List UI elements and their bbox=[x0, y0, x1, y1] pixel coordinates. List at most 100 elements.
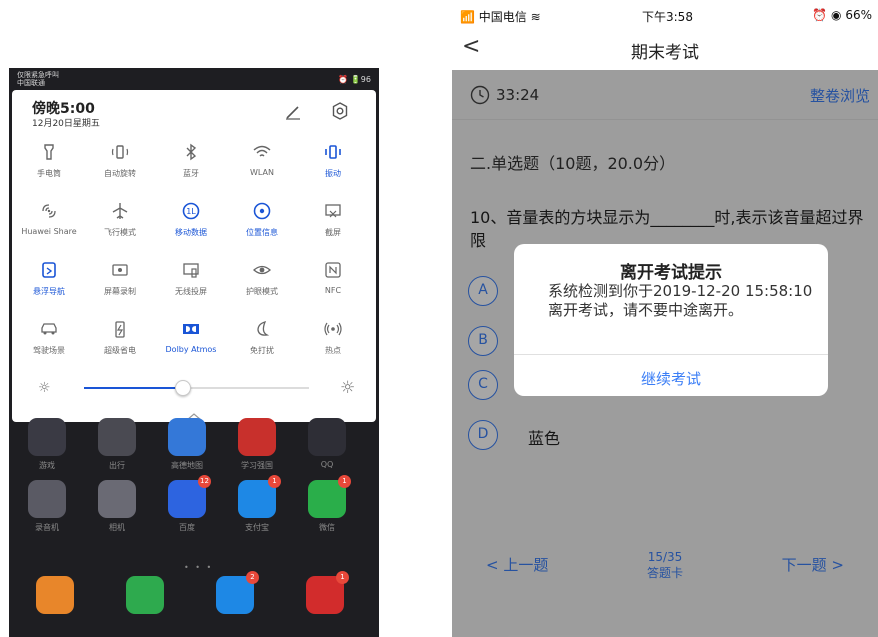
airplane-icon bbox=[85, 199, 155, 223]
app-icon-apps_row1-0[interactable]: 游戏 bbox=[17, 418, 77, 471]
app-icon: 1 bbox=[306, 571, 349, 614]
tile-hotspot[interactable]: 热点 bbox=[298, 317, 368, 369]
brightness-fill bbox=[84, 387, 183, 389]
notification-badge: 2 bbox=[246, 571, 259, 584]
flashlight-icon bbox=[14, 140, 84, 164]
app-icon-dock-1[interactable] bbox=[115, 576, 175, 614]
tile-label: WLAN bbox=[249, 168, 274, 177]
page-title: 期末考试 bbox=[631, 43, 699, 63]
app-label: 高德地图 bbox=[171, 461, 203, 470]
tile-label: 截屏 bbox=[325, 228, 341, 237]
tile-share[interactable]: Huawei Share bbox=[14, 199, 84, 251]
app-icon-apps_row1-2[interactable]: 高德地图 bbox=[157, 418, 217, 471]
app-icon bbox=[28, 480, 66, 518]
eye-icon bbox=[227, 258, 297, 282]
brightness-row: ☼ ☼ bbox=[24, 376, 364, 400]
location-icon bbox=[227, 199, 297, 223]
tile-label: 手电筒 bbox=[37, 169, 61, 178]
tile-battery-saver[interactable]: 超级省电 bbox=[85, 317, 155, 369]
app-label: 支付宝 bbox=[245, 523, 269, 532]
dialog-divider bbox=[514, 354, 828, 355]
app-label: 学习强国 bbox=[241, 461, 273, 470]
tile-moon[interactable]: 免打扰 bbox=[227, 317, 297, 369]
app-icon-apps_row2-1[interactable]: 相机 bbox=[87, 480, 147, 533]
bluetooth-icon bbox=[156, 140, 226, 164]
tile-label: 免打扰 bbox=[250, 346, 274, 355]
app-icon bbox=[98, 418, 136, 456]
tile-eye[interactable]: 护眼模式 bbox=[227, 258, 297, 310]
app-icon: 1 bbox=[238, 475, 281, 518]
app-icon bbox=[28, 418, 66, 456]
app-icon bbox=[168, 418, 206, 456]
app-icon-apps_row2-4[interactable]: 1 微信 bbox=[297, 475, 357, 533]
app-icon-dock-2[interactable]: 2 bbox=[205, 571, 265, 614]
tile-label: 移动数据 bbox=[175, 228, 207, 237]
exam-content: 33:24 整卷浏览 二.单选题（10题，20.0分） 10、音量表的方块显示为… bbox=[452, 70, 878, 637]
continue-exam-button[interactable]: 继续考试 bbox=[514, 368, 828, 389]
app-icon: 2 bbox=[216, 571, 259, 614]
app-icon-apps_row2-3[interactable]: 1 支付宝 bbox=[227, 475, 287, 533]
carrier-label: 仅限紧急呼叫 中国联通 bbox=[17, 71, 59, 87]
tile-label: 无线投屏 bbox=[175, 287, 207, 296]
tile-vibrate[interactable]: 振动 bbox=[298, 140, 368, 192]
share-icon bbox=[14, 199, 84, 223]
app-label: 游戏 bbox=[39, 461, 55, 470]
app-icon bbox=[36, 576, 74, 614]
brightness-slider[interactable] bbox=[84, 380, 309, 396]
dolby-icon bbox=[156, 317, 226, 341]
app-icon-dock-3[interactable]: 1 bbox=[295, 571, 355, 614]
battery-saver-icon bbox=[85, 317, 155, 341]
tile-bluetooth[interactable]: 蓝牙 bbox=[156, 140, 226, 192]
gear-icon[interactable] bbox=[330, 101, 350, 125]
rotate-icon bbox=[85, 140, 155, 164]
app-icon-apps_row1-4[interactable]: QQ bbox=[297, 418, 357, 469]
screen-record-icon bbox=[85, 258, 155, 282]
app-icon-apps_row1-1[interactable]: 出行 bbox=[87, 418, 147, 471]
tile-screenshot[interactable]: 截屏 bbox=[298, 199, 368, 251]
notification-badge: 1 bbox=[338, 475, 351, 488]
brightness-low-icon: ☼ bbox=[38, 380, 51, 396]
status-battery: ⏰ ◉ 66% bbox=[812, 8, 872, 22]
page-indicator: • • • bbox=[184, 563, 214, 572]
wifi-icon bbox=[227, 140, 297, 164]
tile-label: 护眼模式 bbox=[246, 287, 278, 296]
qs-time: 傍晚5:00 bbox=[32, 101, 95, 117]
brightness-thumb[interactable] bbox=[175, 380, 191, 396]
tile-label: 超级省电 bbox=[104, 346, 136, 355]
car-icon bbox=[14, 317, 84, 341]
tile-rotate[interactable]: 自动旋转 bbox=[85, 140, 155, 192]
app-icon-apps_row2-2[interactable]: 12 百度 bbox=[157, 475, 217, 533]
status-time: 下午3:58 bbox=[642, 10, 693, 24]
tile-airplane[interactable]: 飞行模式 bbox=[85, 199, 155, 251]
carrier-line-1: 仅限紧急呼叫 bbox=[17, 71, 59, 79]
app-icon-apps_row1-3[interactable]: 学习强国 bbox=[227, 418, 287, 471]
tile-wifi[interactable]: WLAN bbox=[227, 140, 297, 192]
tile-label: 驾驶场景 bbox=[33, 346, 65, 355]
app-icon bbox=[98, 480, 136, 518]
app-label: 百度 bbox=[179, 523, 195, 532]
tile-label: 蓝牙 bbox=[183, 169, 199, 178]
edit-icon[interactable] bbox=[284, 103, 302, 125]
tile-label: 悬浮导航 bbox=[33, 287, 65, 296]
tile-flashlight[interactable]: 手电筒 bbox=[14, 140, 84, 192]
screenshot-icon bbox=[298, 199, 368, 223]
app-label: 出行 bbox=[109, 461, 125, 470]
app-icon-apps_row2-0[interactable]: 录音机 bbox=[17, 480, 77, 533]
dialog-title: 离开考试提示 bbox=[620, 263, 722, 283]
tile-screen-record[interactable]: 屏幕录制 bbox=[85, 258, 155, 310]
app-label: QQ bbox=[320, 460, 334, 469]
app-icon-dock-0[interactable] bbox=[25, 576, 85, 614]
tile-cast[interactable]: 无线投屏 bbox=[156, 258, 226, 310]
tile-nfc[interactable]: NFC bbox=[298, 258, 368, 310]
tile-location[interactable]: 位置信息 bbox=[227, 199, 297, 251]
tile-float-nav[interactable]: 悬浮导航 bbox=[14, 258, 84, 310]
dialog-message: 系统检测到你于2019-12-20 15:58:10离开考试，请不要中途离开。 bbox=[548, 282, 813, 319]
status-bar: 仅限紧急呼叫 中国联通 ⏰ 🔋96 bbox=[9, 68, 379, 90]
svg-text:1L: 1L bbox=[186, 207, 196, 216]
left-phone-screen: 仅限紧急呼叫 中国联通 ⏰ 🔋96 傍晚5:00 12月20日星期五 手电筒 自动… bbox=[9, 68, 379, 637]
nfc-icon bbox=[298, 258, 368, 282]
tile-dolby[interactable]: Dolby Atmos bbox=[156, 317, 226, 369]
tile-mobile-data[interactable]: 1L 移动数据 bbox=[156, 199, 226, 251]
carrier-signal: 📶 中国电信 ≋ bbox=[460, 10, 541, 24]
tile-car[interactable]: 驾驶场景 bbox=[14, 317, 84, 369]
